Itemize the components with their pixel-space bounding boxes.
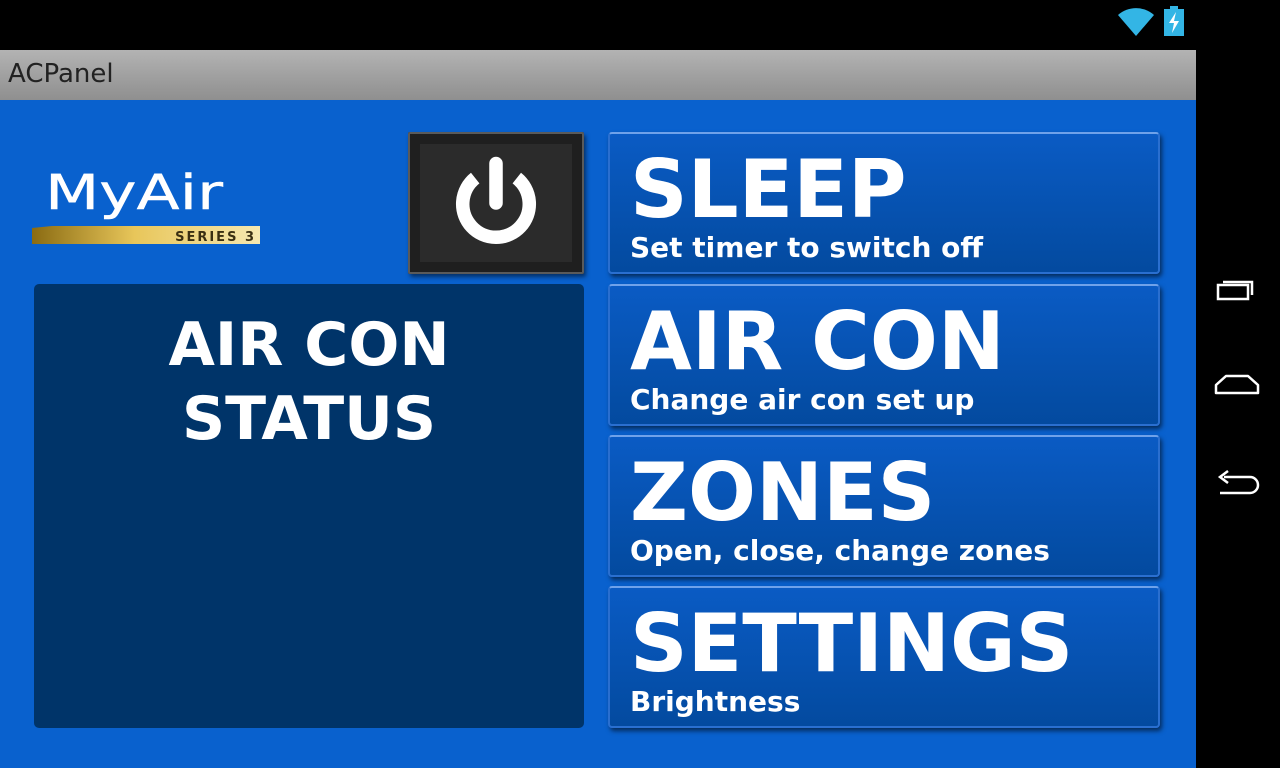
system-nav-bar xyxy=(1196,0,1280,768)
app-title-bar: ACPanel xyxy=(0,50,1196,100)
power-button[interactable] xyxy=(408,132,584,274)
sleep-button-title: SLEEP xyxy=(630,143,907,236)
system-status-bar xyxy=(0,0,1196,50)
power-button-face xyxy=(420,144,572,262)
settings-button[interactable]: SETTINGS Brightness xyxy=(608,586,1160,728)
status-panel-title: AIR CON STATUS xyxy=(168,310,450,454)
wifi-icon xyxy=(1118,8,1154,36)
svg-text:SERIES 3: SERIES 3 xyxy=(175,230,256,245)
zones-button-subtitle: Open, close, change zones xyxy=(630,534,1050,567)
zones-button-title: ZONES xyxy=(630,446,936,539)
settings-button-title: SETTINGS xyxy=(630,597,1074,690)
settings-button-subtitle: Brightness xyxy=(630,685,801,718)
back-icon[interactable] xyxy=(1212,462,1262,502)
power-icon xyxy=(456,156,536,244)
svg-text:MyAir: MyAir xyxy=(45,165,223,221)
myair-logo: MyAir SERIES 3 xyxy=(32,165,260,245)
air-con-button[interactable]: AIR CON Change air con set up xyxy=(608,284,1160,426)
air-con-button-title: AIR CON xyxy=(630,295,1005,388)
air-con-status-panel: AIR CON STATUS xyxy=(34,284,584,728)
app-title: ACPanel xyxy=(8,59,114,89)
battery-charging-icon xyxy=(1164,6,1184,36)
sleep-button-subtitle: Set timer to switch off xyxy=(630,231,984,264)
recent-apps-icon[interactable] xyxy=(1212,270,1262,310)
home-icon[interactable] xyxy=(1212,365,1262,405)
sleep-button[interactable]: SLEEP Set timer to switch off xyxy=(608,132,1160,274)
air-con-button-subtitle: Change air con set up xyxy=(630,383,975,416)
zones-button[interactable]: ZONES Open, close, change zones xyxy=(608,435,1160,577)
